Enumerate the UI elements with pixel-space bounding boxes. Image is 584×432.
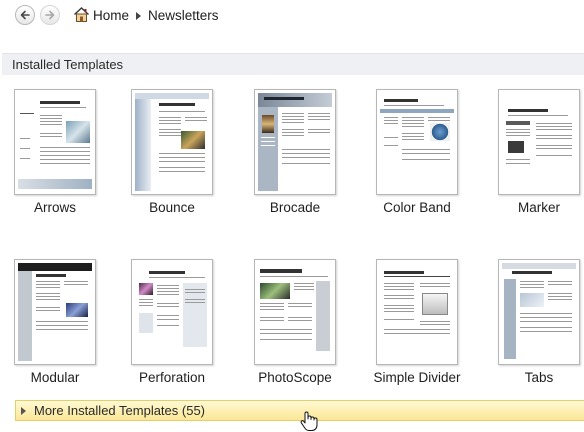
- hand-pointer-icon: [300, 411, 318, 431]
- template-label: Modular: [30, 370, 80, 385]
- back-arrow-icon: [20, 10, 30, 20]
- section-title: Installed Templates: [12, 57, 124, 72]
- more-templates-label: More Installed Templates (55): [34, 403, 206, 418]
- template-simple-divider[interactable]: Simple Divider: [361, 259, 471, 399]
- breadcrumb-newsletters[interactable]: Newsletters: [148, 8, 219, 23]
- section-header: Installed Templates: [2, 53, 584, 75]
- template-marker[interactable]: Marker: [483, 89, 584, 229]
- template-thumbnail[interactable]: [376, 89, 458, 195]
- navigation-bar: Home Newsletters: [0, 0, 584, 32]
- breadcrumb-separator-icon[interactable]: [136, 12, 141, 20]
- template-color-band[interactable]: Color Band: [361, 89, 471, 229]
- template-thumbnail[interactable]: [131, 89, 213, 195]
- template-modular[interactable]: Modular: [0, 259, 109, 399]
- template-label: Color Band: [383, 200, 451, 215]
- template-perforation[interactable]: Perforation: [116, 259, 226, 399]
- breadcrumb-home[interactable]: Home: [93, 8, 129, 23]
- template-thumbnail[interactable]: [131, 259, 213, 365]
- template-brocade[interactable]: Brocade: [239, 89, 349, 229]
- back-button[interactable]: [15, 5, 35, 25]
- forward-button[interactable]: [40, 5, 60, 25]
- template-label: Perforation: [138, 370, 206, 385]
- template-label: PhotoScope: [258, 370, 332, 385]
- template-arrows[interactable]: Arrows: [0, 89, 109, 229]
- template-label: Tabs: [524, 370, 554, 385]
- template-thumbnail[interactable]: [14, 89, 96, 195]
- template-label: Simple Divider: [373, 370, 461, 385]
- template-label: Marker: [517, 200, 560, 215]
- template-bounce[interactable]: Bounce: [116, 89, 226, 229]
- template-tabs[interactable]: Tabs: [483, 259, 584, 399]
- triangle-right-icon: [21, 406, 26, 415]
- forward-arrow-icon: [45, 10, 55, 20]
- template-thumbnail[interactable]: [498, 89, 580, 195]
- template-thumbnail[interactable]: [14, 259, 96, 365]
- template-label: Arrows: [33, 200, 76, 215]
- template-thumbnail[interactable]: [498, 259, 580, 365]
- template-label: Brocade: [269, 200, 321, 215]
- template-photoscope[interactable]: PhotoScope: [239, 259, 349, 399]
- template-thumbnail[interactable]: [376, 259, 458, 365]
- template-thumbnail[interactable]: [254, 89, 336, 195]
- template-label: Bounce: [149, 200, 195, 215]
- template-thumbnail[interactable]: [254, 259, 336, 365]
- home-icon[interactable]: [73, 6, 90, 23]
